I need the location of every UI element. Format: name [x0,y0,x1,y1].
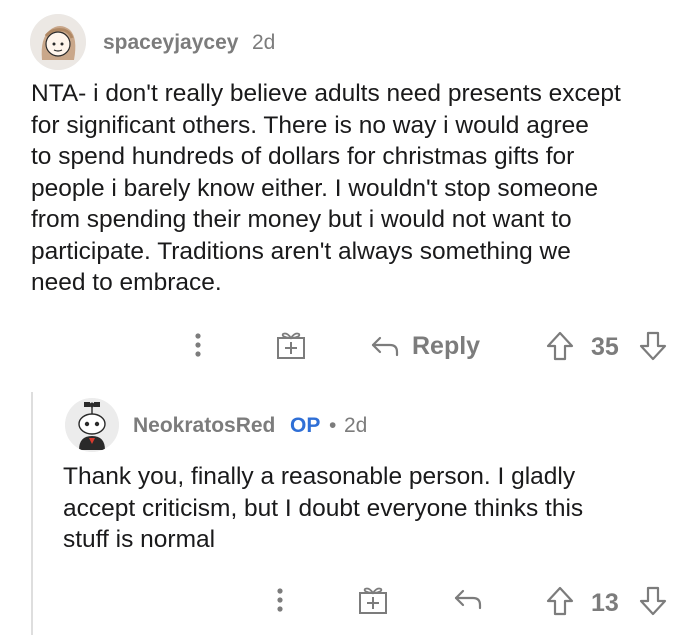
reply-award-button[interactable] [357,584,389,616]
reply-upvote-button[interactable] [545,585,575,617]
reply-line: stuff is normal [63,526,216,553]
award-button[interactable] [275,329,307,361]
more-icon [195,333,201,357]
avatar-image [30,14,86,70]
reply-button[interactable]: Reply [370,330,480,362]
reply-line: Thank you, finally a reasonable person. … [63,463,576,490]
reply-reply-button[interactable] [453,588,483,612]
award-icon [359,587,387,614]
reply-arrow-icon [371,336,399,357]
reply-downvote-button[interactable] [638,585,668,617]
reply-arrow-icon [454,589,482,610]
upvote-icon [546,586,574,616]
reply-vote-count: 13 [591,589,619,617]
comment-line: people i barely know either. I wouldn't … [31,174,599,202]
comment-username[interactable]: spaceyjaycey [103,31,238,55]
upvote-icon [546,331,574,361]
reply-age: 2d [344,414,368,437]
avatar[interactable] [30,14,86,70]
vote-count: 35 [591,333,619,361]
reply-avatar[interactable] [65,398,119,452]
comment-body: NTA- i don't really believe adults need … [31,78,691,299]
comment-age: 2d [252,31,276,54]
downvote-icon [639,586,667,616]
op-badge: OP [290,414,321,437]
award-icon [277,332,305,359]
reply-body: Thank you, finally a reasonable person. … [63,461,693,556]
downvote-icon [639,331,667,361]
downvote-button[interactable] [638,330,668,362]
reply-more-options-button[interactable] [268,585,292,615]
comment-line: NTA- i don't really believe adults need … [31,80,621,107]
comment-line: need to embrace. [31,269,222,296]
comment-line: participate. Traditions aren't always so… [31,237,571,265]
reply-username[interactable]: NeokratosRed [133,414,275,438]
more-icon [277,588,283,612]
comment-line: for significant others. There is no way … [31,111,589,139]
thread-line[interactable] [31,392,33,635]
comment-line: to spend hundreds of dollars for christm… [31,143,575,170]
upvote-button[interactable] [545,330,575,362]
comment-line: from spending their money but i would no… [31,206,572,233]
more-options-button[interactable] [186,330,210,360]
reply-label: Reply [412,331,481,360]
meta-separator: • [329,414,337,437]
reply-line: accept criticism, but I doubt everyone t… [63,494,584,522]
reply-avatar-image [65,398,119,452]
